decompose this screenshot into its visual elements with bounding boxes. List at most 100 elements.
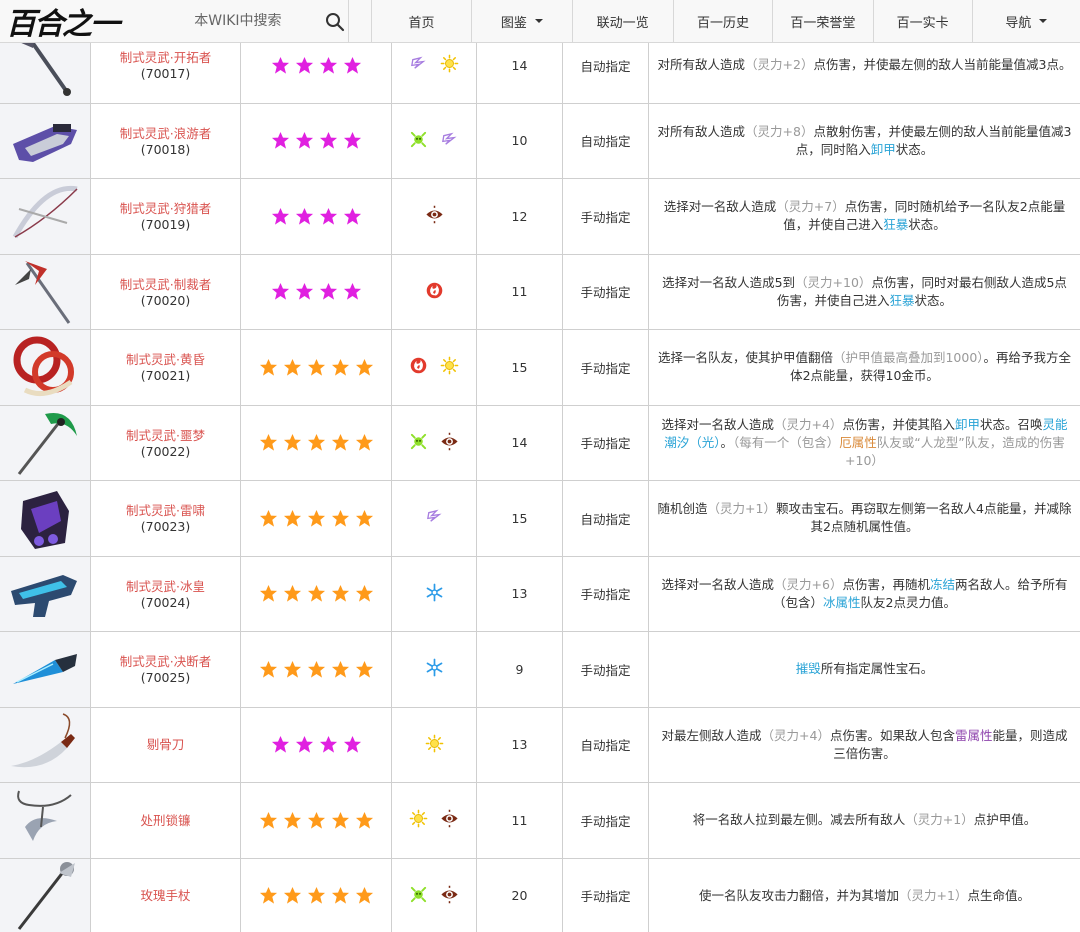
description-text: 队友2点灵力值。 xyxy=(860,594,956,610)
void-attribute-icon[interactable] xyxy=(425,507,444,529)
keyword-link[interactable]: 狂暴 xyxy=(883,217,908,232)
nav-home[interactable]: 首页 xyxy=(372,0,473,43)
description-text: 随机创造 xyxy=(657,501,708,517)
weapon-image-cell xyxy=(0,706,91,783)
dark-attribute-icon[interactable] xyxy=(440,885,459,907)
star-icon xyxy=(355,434,373,451)
effect-description: 对所有敌人造成（灵力+8）点散射伤害，并使最左侧的敌人当前能量值减3点，同时陷入… xyxy=(649,123,1080,159)
weapon-name-link[interactable]: 制式灵武·决断者 xyxy=(91,653,240,670)
target-mode-cell: 自动指定 xyxy=(562,102,649,179)
weapon-name-link[interactable]: 制式灵武·黄昏 xyxy=(91,351,240,368)
light-attribute-icon[interactable] xyxy=(440,54,459,76)
nav-hall-of-fame[interactable]: 百一荣誉堂 xyxy=(773,0,874,43)
weapon-name-link[interactable]: 玫瑰手杖 xyxy=(91,887,240,904)
description-text: （灵力+4） xyxy=(774,416,843,432)
weapon-thumbnail[interactable] xyxy=(5,859,85,932)
nav-catalog-label: 图鉴 xyxy=(500,15,527,31)
weapon-thumbnail[interactable] xyxy=(5,255,85,329)
nav-collab-list[interactable]: 联动一览 xyxy=(573,0,674,43)
keyword-link[interactable]: 冰属性 xyxy=(823,595,861,610)
keyword-link[interactable]: 卸甲 xyxy=(955,417,980,432)
keyword-link[interactable]: 卸甲 xyxy=(871,142,896,157)
weapon-name-link[interactable]: 制式灵武·开拓者 xyxy=(91,49,240,66)
nav-physical-cards[interactable]: 百一实卡 xyxy=(874,0,973,43)
keyword-link[interactable]: 冻结 xyxy=(930,577,955,592)
nav-cards-label: 百一实卡 xyxy=(896,15,949,31)
weapon-name-cell: 剔骨刀 xyxy=(90,706,241,783)
light-attribute-icon[interactable] xyxy=(409,809,428,831)
nav-history[interactable]: 百一历史 xyxy=(674,0,774,43)
keyword-link[interactable]: 厄属性 xyxy=(839,435,877,450)
star-icon xyxy=(283,660,301,678)
nav-catalog[interactable]: 图鉴 xyxy=(472,0,573,43)
weapon-thumbnail[interactable] xyxy=(5,632,85,706)
description-text: （灵力+10） xyxy=(795,274,872,290)
dark-attribute-icon[interactable] xyxy=(440,809,459,831)
description-text: 选择对一名敌人造成5到 xyxy=(662,274,796,290)
description-text: （灵力+1） xyxy=(899,887,968,903)
weapon-name-link[interactable]: 剔骨刀 xyxy=(91,736,240,753)
light-attribute-icon[interactable] xyxy=(440,356,459,378)
effect-description: 随机创造（灵力+1）颗攻击宝石。再窃取左侧第一名敌人4点能量，并减除其2点随机属… xyxy=(649,500,1080,536)
fire-attribute-icon[interactable] xyxy=(425,281,444,303)
poison-attribute-icon[interactable] xyxy=(409,885,428,907)
star-icon xyxy=(355,811,373,829)
star-icon xyxy=(295,207,313,225)
weapon-name-link[interactable]: 制式灵武·制裁者 xyxy=(91,276,240,293)
star-icon xyxy=(307,887,325,904)
poison-attribute-icon[interactable] xyxy=(409,130,428,152)
weapon-thumbnail[interactable] xyxy=(5,783,85,857)
weapon-name-link[interactable]: 制式灵武·冰皇 xyxy=(91,578,240,595)
star-icon xyxy=(319,736,337,753)
rarity-cell xyxy=(240,857,392,932)
weapon-thumbnail[interactable] xyxy=(5,557,85,631)
fire-attribute-icon[interactable] xyxy=(409,356,428,378)
cost-cell: 15 xyxy=(476,480,563,557)
weapon-thumbnail[interactable] xyxy=(5,708,85,782)
weapon-name-link[interactable]: 制式灵武·噩梦 xyxy=(91,427,240,444)
description-text: 点生命值。 xyxy=(967,887,1030,903)
search-icon[interactable] xyxy=(325,12,345,32)
weapon-thumbnail[interactable] xyxy=(5,104,85,178)
site-logo[interactable]: 百合之一 xyxy=(0,0,167,43)
nav-hall-label: 百一荣誉堂 xyxy=(790,15,856,31)
weapon-id: (70024) xyxy=(140,594,191,610)
weapon-thumbnail[interactable] xyxy=(5,406,85,480)
weapon-name-link[interactable]: 制式灵武·狩猎者 xyxy=(91,200,240,217)
weapon-name-cell: 制式灵武·狩猎者 (70019) xyxy=(90,178,241,255)
rarity-stars xyxy=(241,433,391,452)
cost-cell: 13 xyxy=(476,706,563,783)
cost-cell: 14 xyxy=(476,404,563,481)
poison-attribute-icon[interactable] xyxy=(409,432,428,454)
weapon-thumbnail[interactable] xyxy=(5,330,85,404)
weapon-thumbnail[interactable] xyxy=(5,179,85,253)
search-input[interactable] xyxy=(194,13,335,29)
star-icon xyxy=(355,887,373,904)
keyword-link[interactable]: 狂暴 xyxy=(889,293,914,308)
ice-attribute-icon[interactable] xyxy=(425,658,444,680)
rarity-stars xyxy=(241,735,391,754)
nav-navigation[interactable]: 导航 xyxy=(973,0,1080,43)
ice-attribute-icon[interactable] xyxy=(425,583,444,605)
dark-attribute-icon[interactable] xyxy=(440,432,459,454)
keyword-link[interactable]: 雷属性 xyxy=(955,728,993,743)
dark-attribute-icon[interactable] xyxy=(425,205,444,227)
keyword-link[interactable]: 摧毁 xyxy=(796,661,821,676)
light-attribute-icon[interactable] xyxy=(425,734,444,756)
star-icon xyxy=(331,660,349,678)
weapon-image-cell xyxy=(0,404,91,481)
attribute-icons xyxy=(392,205,476,227)
weapon-thumbnail[interactable] xyxy=(5,481,85,555)
description-text: 对所有敌人造成 xyxy=(657,123,746,139)
weapon-image-cell xyxy=(0,631,91,708)
weapon-name-link[interactable]: 处刑锁镰 xyxy=(91,812,240,829)
weapon-name-link[interactable]: 制式灵武·雷啸 xyxy=(91,502,240,519)
weapon-name-link[interactable]: 制式灵武·浪游者 xyxy=(91,125,240,142)
void-attribute-icon[interactable] xyxy=(409,54,428,76)
void-attribute-icon[interactable] xyxy=(440,130,459,152)
target-mode-cell: 手动指定 xyxy=(562,857,649,932)
star-icon xyxy=(283,509,301,527)
attribute-cell xyxy=(391,706,477,783)
description-text: 。 xyxy=(720,434,734,450)
star-icon xyxy=(259,358,277,376)
